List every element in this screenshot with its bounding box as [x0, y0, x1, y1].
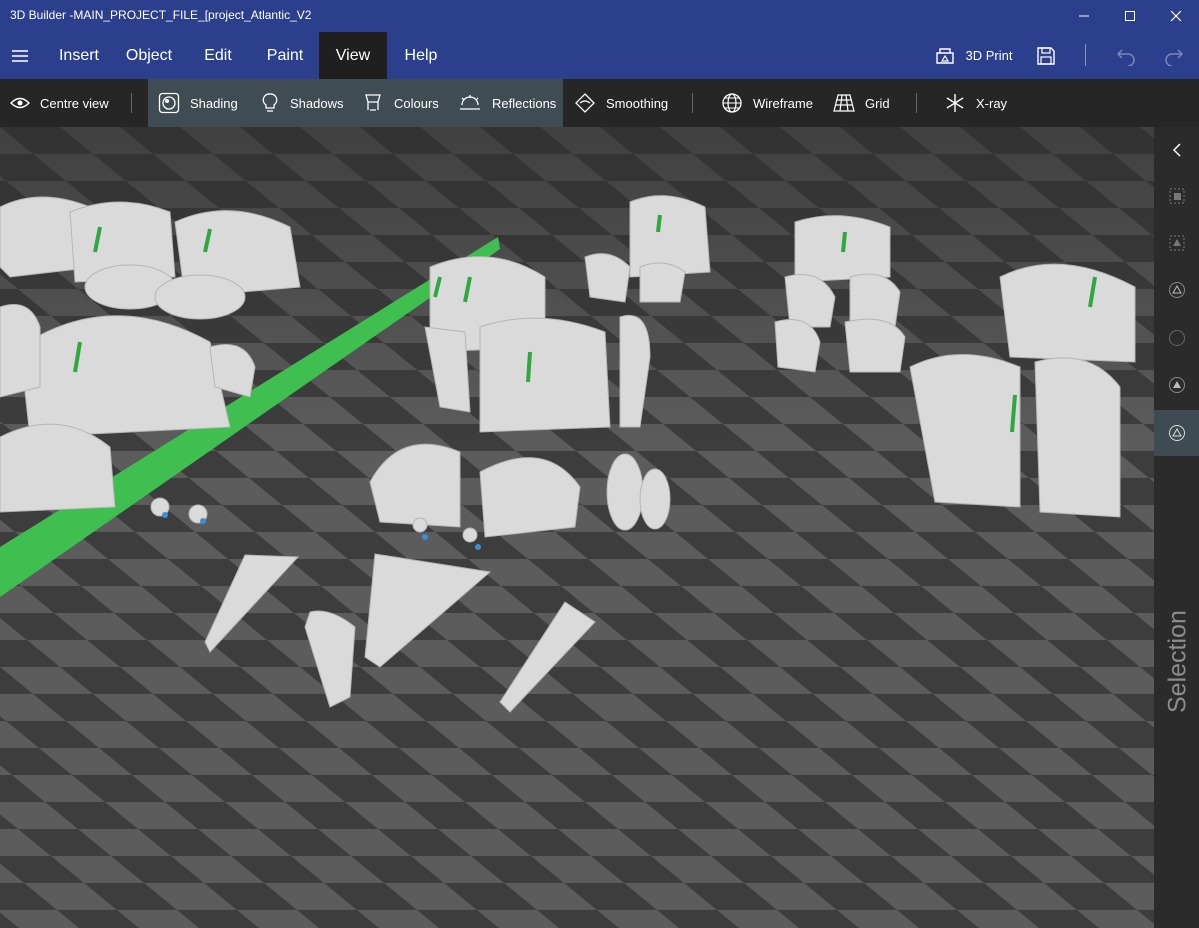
shading-toggle[interactable]: Shading [158, 79, 250, 127]
save-icon [1037, 46, 1055, 65]
eye-icon [10, 97, 30, 109]
select-edges-button[interactable] [1154, 267, 1199, 313]
maximize-button[interactable] [1107, 0, 1153, 32]
select-triangles-button[interactable] [1154, 410, 1199, 456]
centre-view-label: Centre view [40, 95, 109, 111]
collapse-panel-button[interactable] [1154, 127, 1199, 173]
reflections-toggle[interactable]: Reflections [458, 79, 558, 127]
shadows-label: Shadows [290, 95, 344, 111]
reflections-label: Reflections [492, 95, 557, 111]
select-edges-icon [1168, 282, 1185, 298]
wireframe-label: Wireframe [753, 95, 813, 111]
shading-icon [158, 92, 180, 114]
select-faces-icon [1169, 235, 1184, 251]
shading-label: Shading [190, 95, 238, 111]
scene-canvas [0, 127, 1154, 928]
xray-label: X-ray [976, 95, 1008, 111]
hamburger-button[interactable] [0, 32, 40, 79]
menu-paint[interactable]: Paint [258, 32, 312, 79]
3d-print-button[interactable]: 3D Print [928, 32, 1018, 79]
wireframe-toggle[interactable]: Wireframe [721, 79, 819, 127]
grid-label: Grid [865, 95, 890, 111]
smoothing-toggle[interactable]: Smoothing [574, 79, 674, 127]
grid-icon [833, 94, 855, 112]
maximize-icon [1125, 11, 1135, 21]
shadows-toggle[interactable]: Shadows [260, 79, 350, 127]
xray-toggle[interactable]: X-ray [944, 79, 1014, 127]
close-icon [1170, 10, 1182, 22]
colours-label: Colours [394, 95, 439, 111]
menu-insert[interactable]: Insert [50, 32, 108, 79]
grid-toggle[interactable]: Grid [833, 79, 895, 127]
redo-button[interactable] [1158, 32, 1190, 79]
minimize-icon [1079, 15, 1089, 17]
minimize-button[interactable] [1061, 0, 1107, 32]
close-button[interactable] [1153, 0, 1199, 32]
reflections-icon [460, 95, 480, 110]
select-mesh-icon [1168, 377, 1185, 393]
chevron-left-icon [1172, 143, 1181, 157]
3d-print-label: 3D Print [965, 48, 1013, 63]
redo-icon [1165, 48, 1184, 66]
menu-edit[interactable]: Edit [196, 32, 240, 79]
lightbulb-icon [262, 93, 278, 112]
title-bar: 3D Builder -MAIN_PROJECT_FILE_[project_A… [0, 0, 1199, 32]
menu-bar: Insert Object Edit Paint View Help 3D Pr… [0, 32, 1199, 79]
select-triangles-icon [1168, 425, 1185, 441]
menu-object[interactable]: Object [116, 32, 182, 79]
paint-bucket-icon [365, 94, 381, 111]
undo-icon [1116, 48, 1135, 66]
window-title: 3D Builder -MAIN_PROJECT_FILE_[project_A… [10, 8, 312, 22]
menu-help[interactable]: Help [398, 32, 444, 79]
3d-viewport[interactable] [0, 127, 1154, 928]
save-button[interactable] [1030, 32, 1062, 79]
3d-print-icon [935, 47, 954, 64]
view-toolbar: Centre view Shading Shadows Colours Refl… [0, 79, 1199, 127]
hamburger-icon [12, 49, 28, 62]
select-vertices-button[interactable] [1154, 315, 1199, 361]
smoothing-icon [575, 93, 595, 113]
select-objects-button[interactable] [1154, 173, 1199, 219]
select-mesh-button[interactable] [1154, 362, 1199, 408]
asterisk-icon [946, 94, 964, 112]
colours-toggle[interactable]: Colours [362, 79, 450, 127]
selection-panel: Selection [1154, 127, 1199, 928]
smoothing-label: Smoothing [606, 95, 669, 111]
selection-panel-label: Selection [1163, 610, 1192, 714]
select-objects-icon [1169, 188, 1184, 204]
select-faces-button[interactable] [1154, 220, 1199, 266]
centre-view-button[interactable]: Centre view [10, 79, 128, 127]
select-vertices-icon [1168, 330, 1185, 346]
undo-button[interactable] [1110, 32, 1142, 79]
menu-view[interactable]: View [319, 32, 387, 79]
globe-icon [722, 93, 742, 113]
